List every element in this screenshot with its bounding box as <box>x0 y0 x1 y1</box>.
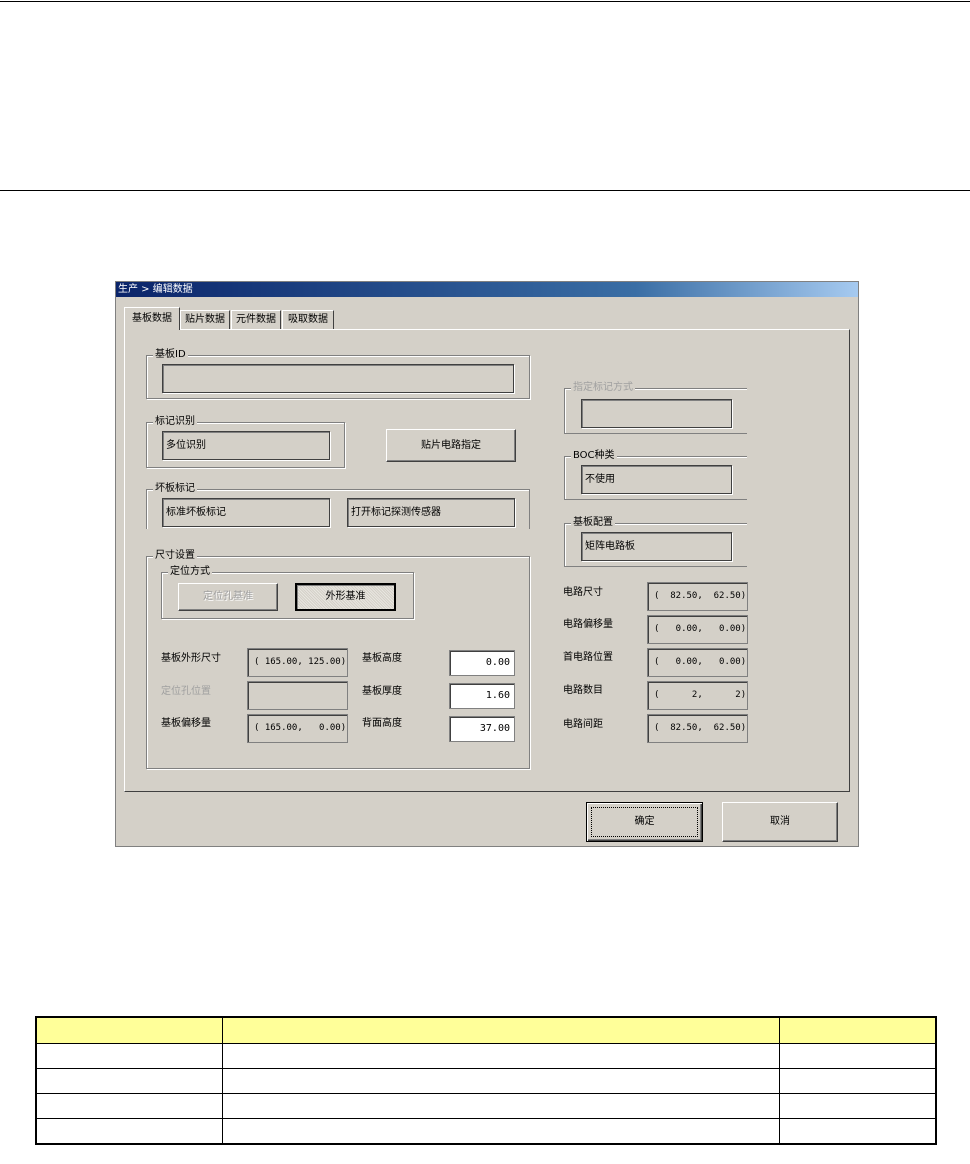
table-cell <box>34 1093 223 1119</box>
table-cell <box>779 1043 938 1069</box>
boc-type-group: BOC种类 不使用 <box>564 450 747 500</box>
board-config-group: 基板配置 矩阵电路板 <box>564 517 747 567</box>
boc-type-field[interactable]: 不使用 <box>581 465 732 494</box>
mark-recognition-group: 标记识别 多位识别 <box>146 416 345 468</box>
top-rule <box>0 1 970 2</box>
offset-field: ( 165.00, 0.00) <box>247 714 348 743</box>
size-settings-group: 尺寸设置 定位方式 定位孔基准 外形基准 基板外形尺寸 ( 165.00, 12… <box>146 550 530 769</box>
back-height-input[interactable]: 37.00 <box>449 716 515 742</box>
board-id-group: 基板ID <box>146 349 530 399</box>
hole-position-field <box>247 681 348 710</box>
section-rule <box>0 190 970 191</box>
tab-pickup-data[interactable]: 吸取数据 <box>282 310 334 329</box>
circuit-size-label: 电路尺寸 <box>563 587 603 598</box>
boc-type-label: BOC种类 <box>571 450 617 462</box>
circuit-pitch-label: 电路间距 <box>563 719 603 730</box>
height-input[interactable]: 0.00 <box>449 650 515 676</box>
table-cell <box>221 1043 781 1069</box>
mark-sensor-field[interactable]: 打开标记探测传感器 <box>347 498 515 527</box>
outline-reference-button[interactable]: 外形基准 <box>295 583 396 611</box>
board-config-label: 基板配置 <box>571 517 615 529</box>
table-cell <box>34 1068 223 1094</box>
board-data-panel: 基板ID 标记识别 多位识别 贴片电路指定 坏板标记 标准坏板标记 打开标记探测… <box>124 329 850 792</box>
table-cell <box>34 1118 223 1145</box>
table-cell <box>221 1093 781 1119</box>
thickness-label: 基板厚度 <box>362 686 402 697</box>
hole-reference-button[interactable]: 定位孔基准 <box>178 583 278 611</box>
ok-button[interactable]: 确定 <box>586 802 703 842</box>
board-config-field[interactable]: 矩阵电路板 <box>581 532 732 561</box>
first-circuit-position-label: 首电路位置 <box>563 652 613 663</box>
table-row <box>34 1043 938 1069</box>
cancel-button[interactable]: 取消 <box>722 802 838 842</box>
table-cell <box>779 1068 938 1094</box>
outer-size-label: 基板外形尺寸 <box>161 653 221 664</box>
positioning-group: 定位方式 定位孔基准 外形基准 <box>161 566 414 619</box>
thickness-input[interactable]: 1.60 <box>449 683 515 709</box>
board-id-field[interactable] <box>162 364 514 393</box>
table-cell <box>34 1043 223 1069</box>
bad-board-mark-field[interactable]: 标准坏板标记 <box>162 498 330 527</box>
table-cell <box>221 1118 781 1145</box>
circuit-size-field: ( 82.50, 62.50) <box>647 582 748 611</box>
ok-button-label: 确定 <box>634 816 655 827</box>
positioning-label: 定位方式 <box>168 566 212 578</box>
hole-position-label: 定位孔位置 <box>161 686 211 697</box>
offset-label: 基板偏移量 <box>161 718 211 729</box>
table-header-cell <box>34 1016 223 1044</box>
back-height-label: 背面高度 <box>362 718 402 729</box>
table-header-cell <box>779 1016 938 1044</box>
circuit-pitch-field: ( 82.50, 62.50) <box>647 714 748 743</box>
circuit-count-field: ( 2, 2) <box>647 681 748 710</box>
table-cell <box>779 1093 938 1119</box>
data-table <box>34 1016 938 1145</box>
mark-recognition-field[interactable]: 多位识别 <box>162 431 330 460</box>
size-settings-label: 尺寸设置 <box>153 550 197 562</box>
dialog-title: 生产 > 编辑数据 <box>116 282 858 297</box>
table-row <box>34 1118 938 1145</box>
circuit-offset-field: ( 0.00, 0.00) <box>647 615 748 644</box>
bad-board-mark-group: 坏板标记 标准坏板标记 打开标记探测传感器 <box>146 483 530 529</box>
table-row <box>34 1093 938 1119</box>
table-header-cell <box>221 1016 781 1044</box>
circuit-count-label: 电路数目 <box>563 685 603 696</box>
designated-mark-group: 指定标记方式 <box>564 382 747 434</box>
mark-recognition-label: 标记识别 <box>153 416 197 428</box>
tab-component-data[interactable]: 元件数据 <box>231 310 281 329</box>
designated-mark-field[interactable] <box>581 399 732 428</box>
table-cell <box>221 1068 781 1094</box>
placement-circuit-button[interactable]: 贴片电路指定 <box>386 429 516 462</box>
table-header-row <box>34 1016 938 1044</box>
first-circuit-position-field: ( 0.00, 0.00) <box>647 648 748 677</box>
table-cell <box>779 1118 938 1145</box>
bad-board-mark-label: 坏板标记 <box>153 483 197 495</box>
outer-size-field: ( 165.00, 125.00) <box>247 648 348 677</box>
tab-board-data[interactable]: 基板数据 <box>124 307 180 330</box>
board-id-label: 基板ID <box>153 349 188 361</box>
designated-mark-label: 指定标记方式 <box>571 382 635 394</box>
edit-data-dialog: 生产 > 编辑数据 基板数据 贴片数据 元件数据 吸取数据 基板ID 标记识别 … <box>115 281 859 847</box>
height-label: 基板高度 <box>362 653 402 664</box>
table-row <box>34 1068 938 1094</box>
tab-placement-data[interactable]: 贴片数据 <box>180 310 230 329</box>
circuit-offset-label: 电路偏移量 <box>563 619 613 630</box>
